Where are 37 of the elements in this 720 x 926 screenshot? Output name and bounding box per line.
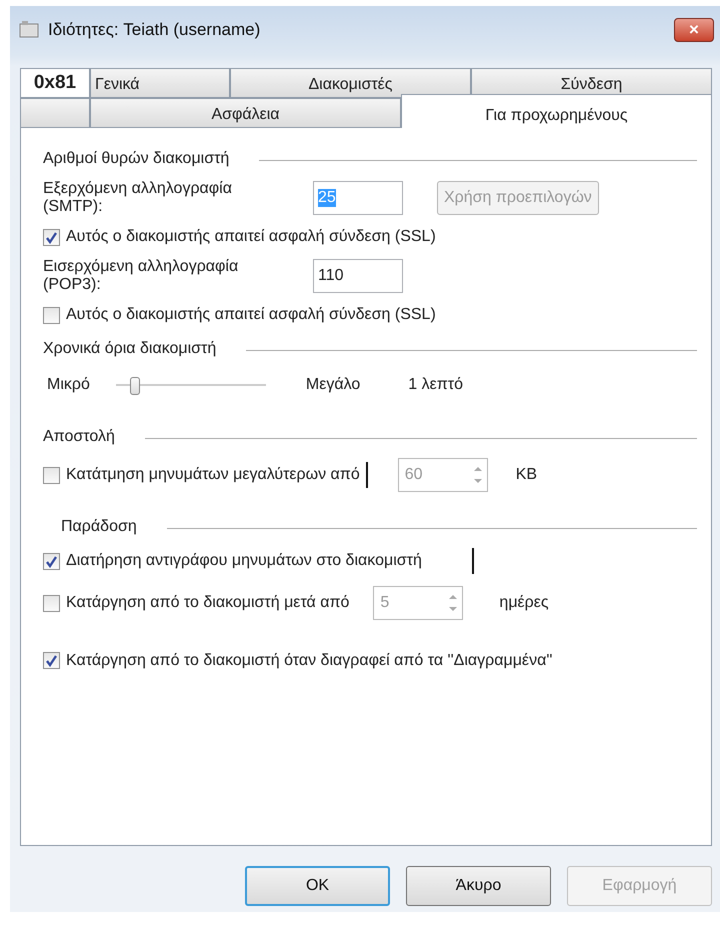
- dialog-button[interactable]: Άκυρο: [406, 866, 551, 906]
- field-value: 110: [318, 267, 344, 285]
- tab[interactable]: Για προχωρημένους: [401, 94, 712, 128]
- checkbox-label: Διατήρηση αντιγράφου μηνυμάτων στο διακομιστή: [66, 552, 422, 570]
- slider-reading: 1 λεπτό: [408, 376, 463, 394]
- checkbox-label: Κατάργηση από το διακομιστή όταν διαγραφεί από τα ''Διαγραμμένα'': [66, 652, 554, 670]
- slider-thumb[interactable]: [130, 377, 140, 395]
- checkbox-label: Αυτός ο διακομιστής απαιτεί ασφαλή σύνδεση (SSL): [66, 306, 436, 324]
- group-heading: Αποστολή: [43, 428, 115, 446]
- unit-label: KB: [516, 466, 538, 484]
- group-heading: Χρονικά όρια διακομιστή: [43, 340, 216, 358]
- tab[interactable]: [20, 98, 90, 128]
- tab[interactable]: Ασφάλεια: [90, 98, 401, 128]
- slider-min-label: Μικρό: [47, 376, 90, 394]
- clipped-label: 0x81: [20, 68, 90, 98]
- unit-label: ημέρες: [499, 594, 549, 612]
- checkbox-label: Αυτός ο διακομιστής απαιτεί ασφαλή σύνδεση (SSL): [66, 228, 436, 246]
- field-label: Εξερχόμενη αλληλογραφία (SMTP):: [43, 180, 233, 216]
- checkbox[interactable]: [43, 552, 60, 570]
- window-title: Ιδιότητες: Teiath (username): [48, 20, 262, 40]
- group-heading: Αριθμοί θυρών διακομιστή: [43, 150, 230, 168]
- checkbox[interactable]: [43, 306, 60, 324]
- timeout-slider[interactable]: [116, 377, 266, 393]
- checkbox-label: Κατάργηση από το διακομιστή μετά από: [66, 594, 350, 612]
- checkbox[interactable]: [43, 228, 60, 246]
- group-heading: Παράδοση: [61, 518, 137, 536]
- tab[interactable]: Διακομιστές: [230, 68, 471, 98]
- tab[interactable]: Γενικά: [90, 68, 230, 98]
- checkbox[interactable]: [43, 466, 60, 484]
- slider-max-label: Μεγάλο: [306, 376, 360, 394]
- checkbox-label: Κατάτμηση μηνυμάτων μεγαλύτερων από: [66, 466, 360, 484]
- port-field[interactable]: 110: [313, 259, 403, 293]
- checkbox[interactable]: [43, 652, 60, 669]
- field-label: Εισερχόμενη αλληλογραφία (POP3):: [43, 258, 240, 294]
- dialog-button[interactable]: OK: [245, 866, 390, 906]
- checkbox[interactable]: [43, 594, 60, 612]
- field-value: 25: [318, 189, 336, 207]
